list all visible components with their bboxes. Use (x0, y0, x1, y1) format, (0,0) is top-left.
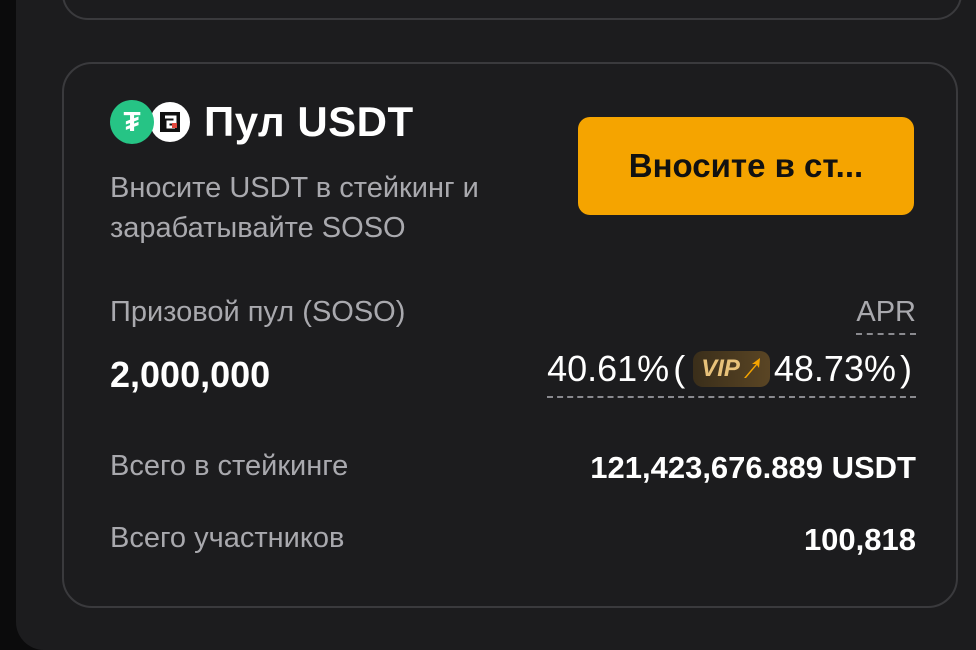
pool-header: ₮ Пул USDT (110, 98, 414, 146)
total-staked-label: Всего в стейкинге (110, 450, 349, 482)
arrow-up-icon (743, 358, 760, 378)
vip-label: VIP (701, 355, 740, 382)
previous-pool-card (62, 0, 962, 20)
pool-description: Вносите USDT в стейкинг и зарабатывайте … (110, 172, 479, 244)
participants-value: 100,818 (803, 522, 916, 557)
apr-vip-value: 48.73% (773, 348, 896, 389)
pool-title: Пул USDT (204, 98, 414, 145)
apr-values[interactable]: 40.61% ( VIP 48.73% ) (547, 348, 916, 398)
apr-base-value: 40.61% (547, 348, 670, 389)
apr-close-paren: ) (900, 348, 912, 389)
apr-open-paren: ( (673, 348, 686, 389)
stake-button[interactable]: Вносите в ст... (578, 117, 914, 215)
prize-pool-label: Призовой пул (SOSO) (110, 296, 406, 328)
participants-label: Всего участников (110, 522, 345, 554)
apr-label[interactable]: APR (856, 296, 916, 335)
prize-pool-value: 2,000,000 (110, 354, 271, 395)
vip-badge: VIP (693, 351, 770, 387)
soso-icon (150, 102, 190, 142)
total-staked-value: 121,423,676.889 USDT (590, 450, 916, 485)
usdt-icon: ₮ (110, 100, 154, 144)
usdt-pool-card: ₮ Пул USDT Вносите USDT в стейкинг и зар… (62, 62, 958, 608)
